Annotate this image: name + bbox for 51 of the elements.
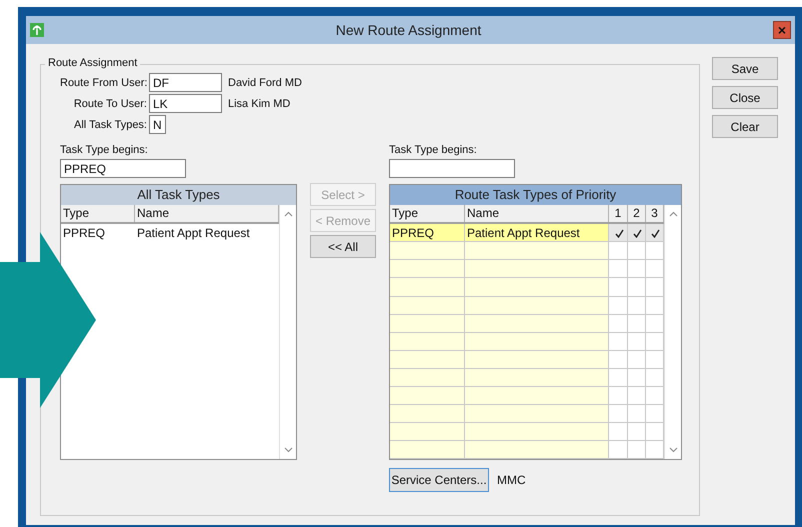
filter-field[interactable]: PPREQ — [60, 159, 186, 178]
grid-title: Route Task Types of Priority — [390, 185, 681, 205]
table-cell-text: PPREQ — [62, 225, 106, 242]
empty-cell — [628, 386, 646, 405]
close-button[interactable]: × — [773, 21, 791, 39]
priority-cell[interactable] — [628, 224, 646, 242]
empty-cell — [628, 368, 646, 387]
priority-cell[interactable] — [609, 224, 628, 242]
grid-title: All Task Types — [61, 185, 296, 205]
filter-label: Task Type begins: — [60, 144, 149, 156]
column-header[interactable]: Type — [390, 205, 465, 222]
move-button[interactable]: << All — [310, 235, 376, 258]
window-title: New Route Assignment — [334, 22, 482, 38]
dialog-button[interactable]: Save — [712, 57, 778, 80]
empty-cell — [628, 278, 646, 297]
user-field[interactable]: DF — [149, 73, 222, 92]
empty-cell — [628, 440, 646, 459]
empty-cell — [628, 332, 646, 351]
dialog-button[interactable]: Close — [712, 86, 778, 109]
column-header[interactable]: Name — [465, 205, 609, 222]
user-name: Lisa Kim MD — [228, 98, 290, 110]
service-center-value: MMC — [497, 473, 526, 487]
table-cell: PPREQ — [390, 224, 465, 242]
scroll-up-icon[interactable] — [668, 211, 678, 217]
filter-label: Task Type begins: — [389, 144, 478, 156]
user-name: David Ford MD — [228, 76, 302, 88]
table-cell: Patient Appt Request — [465, 224, 609, 242]
column-header[interactable]: 2 — [628, 205, 646, 222]
filter-field[interactable] — [389, 159, 515, 178]
field-label: Route From User: — [60, 76, 148, 88]
field-label: All Task Types: — [73, 118, 148, 130]
priority-cell[interactable] — [646, 224, 664, 242]
table-cell-text: Patient Appt Request — [136, 225, 251, 242]
app-icon — [30, 23, 44, 37]
scroll-down-icon[interactable] — [284, 447, 292, 453]
empty-cell — [628, 314, 646, 333]
empty-cell — [628, 422, 646, 441]
empty-cell — [628, 260, 646, 278]
user-field[interactable]: N — [149, 115, 166, 134]
field-label: Route To User: — [72, 98, 148, 110]
empty-cell — [628, 350, 646, 369]
scroll-up-icon[interactable] — [284, 211, 292, 217]
group-title: Route Assignment — [45, 57, 140, 69]
empty-cell — [628, 404, 646, 423]
scroll-down-icon[interactable] — [668, 447, 678, 453]
empty-cell — [628, 296, 646, 315]
service-centers-button[interactable]: Service Centers... — [389, 468, 489, 492]
column-header[interactable]: 1 — [609, 205, 628, 222]
column-header[interactable]: Type — [61, 205, 135, 222]
dialog-button[interactable]: Clear — [712, 115, 778, 138]
user-field[interactable]: LK — [149, 94, 222, 113]
